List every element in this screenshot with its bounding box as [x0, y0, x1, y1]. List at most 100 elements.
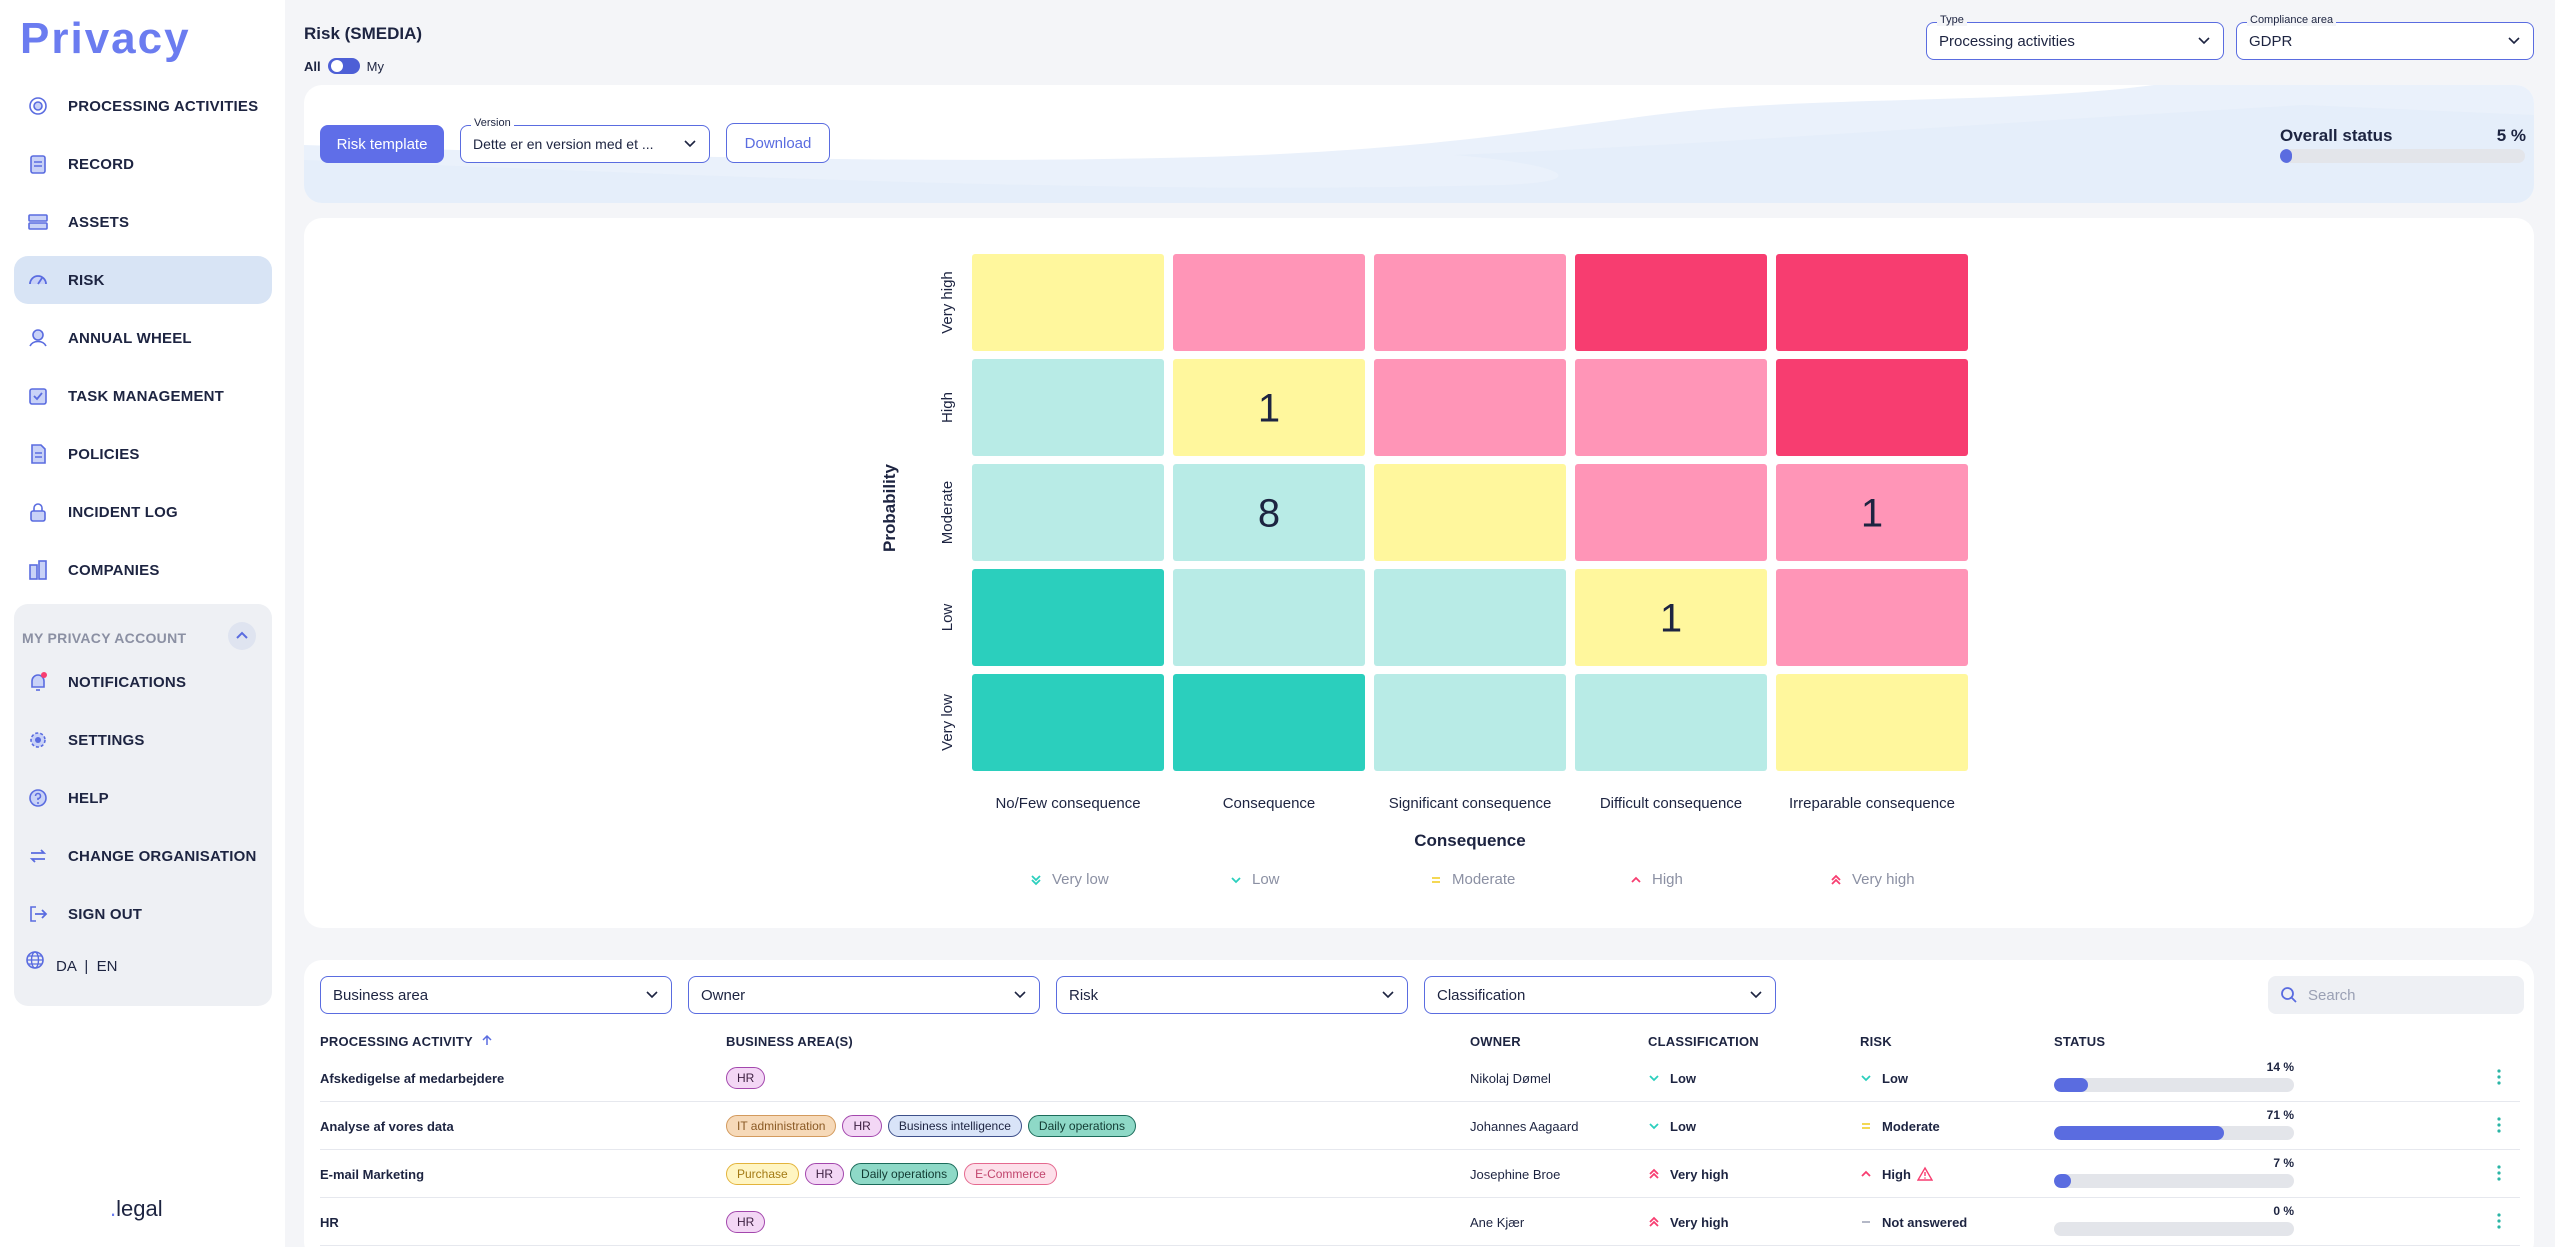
sidebar-item-sign-out[interactable]: SIGN OUT: [14, 894, 272, 934]
matrix-cell[interactable]: [972, 254, 1164, 351]
filter-risk-label: Risk: [1069, 986, 1099, 1004]
matrix-cell[interactable]: [1575, 464, 1767, 561]
download-button[interactable]: Download: [726, 123, 830, 163]
sidebar-item-incident-log[interactable]: INCIDENT LOG: [14, 488, 272, 536]
compliance-select[interactable]: Compliance area GDPR: [2236, 14, 2534, 60]
task-icon: [20, 385, 56, 407]
table-row[interactable]: E-mail Marketing Purchase HR Daily operatio…: [320, 1150, 2520, 1198]
sidebar-item-risk[interactable]: RISK: [14, 256, 272, 304]
column-label: Significant consequence: [1389, 795, 1552, 812]
sidebar-item-change-organisation[interactable]: CHANGE ORGANISATION: [14, 836, 272, 876]
gear-icon: [20, 729, 56, 751]
col-header-classification[interactable]: CLASSIFICATION: [1648, 1034, 1759, 1049]
search-input[interactable]: Search: [2268, 976, 2524, 1014]
matrix-cell[interactable]: [1374, 569, 1566, 666]
matrix-cell[interactable]: [1173, 569, 1365, 666]
matrix-cell[interactable]: [1374, 254, 1566, 351]
row-label: Very low: [939, 694, 956, 751]
sidebar-item-help[interactable]: HELP: [14, 778, 272, 818]
matrix-cell[interactable]: [1776, 674, 1968, 771]
matrix-cell[interactable]: [1374, 359, 1566, 456]
scope-switch[interactable]: [327, 58, 360, 74]
table-row[interactable]: HR HR Ane Kjær Very high Not answered 0 %: [320, 1198, 2520, 1246]
sidebar-item-processing-activities[interactable]: PROCESSING ACTIVITIES: [14, 82, 272, 130]
sidebar-item-label: RECORD: [68, 155, 135, 173]
col-header-business-areas[interactable]: BUSINESS AREA(S): [726, 1034, 853, 1049]
sidebar-item-record[interactable]: RECORD: [14, 140, 272, 188]
status-fill: [2054, 1126, 2225, 1140]
more-options-icon[interactable]: [2496, 1212, 2502, 1230]
col-header-status[interactable]: STATUS: [2054, 1034, 2105, 1049]
status-fill: [2054, 1078, 2088, 1092]
double-chevron-up-icon: [1831, 874, 1841, 885]
overall-status-percent: 5 %: [2496, 126, 2526, 145]
matrix-cell[interactable]: [972, 674, 1164, 771]
risk-cell: High: [1860, 1150, 1933, 1198]
table-row[interactable]: Analyse af vores data IT administration HR…: [320, 1102, 2520, 1150]
sidebar-item-settings[interactable]: SETTINGS: [14, 720, 272, 760]
matrix-cell[interactable]: [1776, 254, 1968, 351]
sidebar-item-notifications[interactable]: NOTIFICATIONS: [14, 662, 272, 702]
page-title: Risk (SMEDIA): [304, 24, 423, 43]
matrix-cell[interactable]: [1575, 254, 1767, 351]
legend-item: Very low: [1030, 871, 1109, 888]
chevron-up-icon: [1861, 1170, 1871, 1177]
matrix-cell[interactable]: [1173, 254, 1365, 351]
risk-template-button[interactable]: Risk template: [320, 125, 444, 163]
filter-business-area[interactable]: Business area: [320, 976, 672, 1014]
matrix-cell[interactable]: [972, 359, 1164, 456]
table-row[interactable]: Afskedigelse af medarbejdere HR Nikolaj Dø…: [320, 1054, 2520, 1102]
activity-name[interactable]: Analyse af vores data: [320, 1102, 454, 1150]
compliance-label: Compliance area: [2247, 14, 2337, 26]
double-chevron-down-icon: [1031, 874, 1041, 885]
matrix-cell[interactable]: [1575, 674, 1767, 771]
double-chevron-up-icon: [1649, 1168, 1659, 1179]
activity-name[interactable]: E-mail Marketing: [320, 1150, 424, 1198]
col-header-owner[interactable]: OWNER: [1470, 1034, 1521, 1049]
sidebar-item-companies[interactable]: COMPANIES: [14, 546, 272, 594]
matrix-cell[interactable]: [972, 569, 1164, 666]
version-select[interactable]: Version Dette er en version med et ...: [460, 117, 710, 163]
lock-icon: [20, 501, 56, 523]
matrix-cell[interactable]: [1374, 464, 1566, 561]
brand-logo: .legal: [110, 1196, 163, 1222]
business-area-tag: Daily operations: [1027, 1115, 1136, 1137]
sidebar-item-policies[interactable]: POLICIES: [14, 430, 272, 478]
sidebar-item-label: TASK MANAGEMENT: [68, 387, 225, 405]
matrix-cell[interactable]: [1776, 359, 1968, 456]
type-select[interactable]: Type Processing activities: [1926, 14, 2224, 60]
more-options-icon[interactable]: [2496, 1164, 2502, 1182]
matrix-cell[interactable]: [1575, 359, 1767, 456]
matrix-cell[interactable]: [1776, 569, 1968, 666]
business-area-tag: HR: [726, 1211, 766, 1233]
version-label: Version: [471, 117, 514, 129]
status-cell: 0 %: [2054, 1204, 2294, 1236]
activity-name[interactable]: HR: [320, 1198, 339, 1246]
col-header-risk[interactable]: RISK: [1860, 1034, 1892, 1049]
classification-value: Low: [1670, 1070, 1696, 1086]
activity-name[interactable]: Afskedigelse af medarbejdere: [320, 1054, 504, 1102]
sidebar-item-task-management[interactable]: TASK MANAGEMENT: [14, 372, 272, 420]
collapse-button[interactable]: [228, 622, 256, 650]
status-percent: 71 %: [2266, 1108, 2294, 1122]
processing-table-card: Business area Owner Risk Classification …: [304, 960, 2534, 1247]
owner-name: Ane Kjær: [1470, 1214, 1525, 1230]
matrix-cell[interactable]: [1173, 674, 1365, 771]
sidebar-item-assets[interactable]: ASSETS: [14, 198, 272, 246]
col-header-activity[interactable]: PROCESSING ACTIVITY: [320, 1034, 493, 1049]
filter-classification[interactable]: Classification: [1424, 976, 1776, 1014]
row-label: High: [939, 392, 956, 423]
matrix-cell[interactable]: [1374, 674, 1566, 771]
language-switch[interactable]: DA | EN: [56, 958, 117, 975]
matrix-cell[interactable]: [972, 464, 1164, 561]
more-options-icon[interactable]: [2496, 1116, 2502, 1134]
type-label: Type: [1937, 14, 1967, 26]
filter-classification-label: Classification: [1437, 986, 1526, 1004]
sidebar-item-annual-wheel[interactable]: ANNUAL WHEEL: [14, 314, 272, 362]
chevron-down-icon: [1750, 991, 1762, 999]
status-bar: [2054, 1174, 2294, 1188]
filter-owner[interactable]: Owner: [688, 976, 1040, 1014]
more-options-icon[interactable]: [2496, 1068, 2502, 1086]
filter-risk[interactable]: Risk: [1056, 976, 1408, 1014]
legend-item: High: [1630, 871, 1683, 888]
